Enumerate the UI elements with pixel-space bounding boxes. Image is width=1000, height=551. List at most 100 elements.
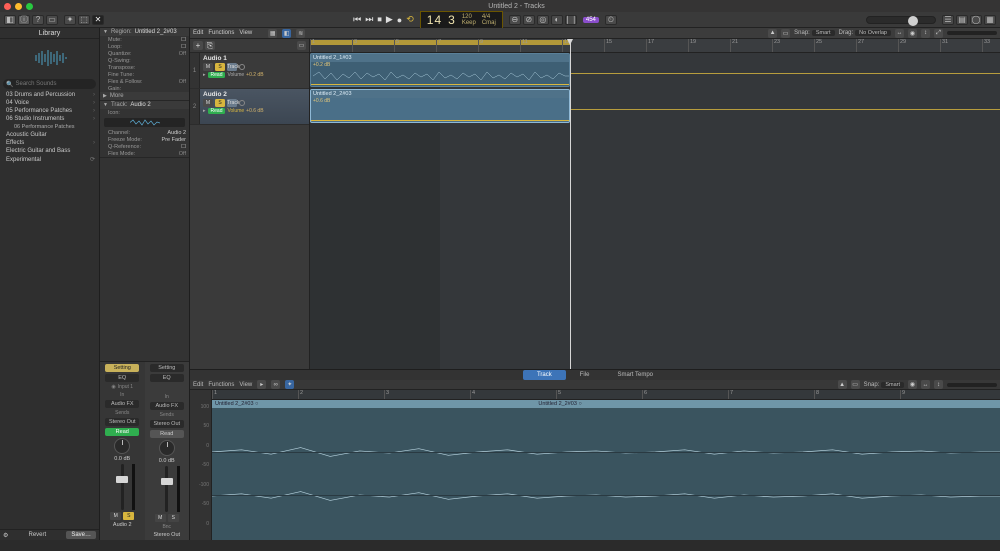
track-name[interactable]: Audio 1 [203,55,306,62]
library-item[interactable]: 05 Performance Patches› [0,107,99,115]
editor-tab-smart-tempo[interactable]: Smart Tempo [603,370,667,380]
replace-button[interactable]: ⊖ [509,15,521,25]
arrange-timeline[interactable]: 13579111315171921232527293133 Untitled 2… [310,39,1000,369]
minimize-icon[interactable] [15,3,22,10]
catch-button[interactable]: ▸ [257,380,266,389]
track-button[interactable]: Track [227,99,237,107]
cycle-button[interactable]: ⟲ [406,14,414,25]
zoom-h-button[interactable]: ↔ [895,29,904,38]
drag-select[interactable]: No Overlap [855,30,891,36]
smart-controls-button[interactable]: ✦ [64,15,76,25]
library-item[interactable]: Electric Guitar and Bass [0,147,99,155]
volume-fader[interactable] [152,466,182,512]
automation-button[interactable]: ◧ [282,29,291,38]
marquee-tool[interactable]: ▭ [781,29,790,38]
count-in-button[interactable]: ❘❘ [565,15,577,25]
zoom-button[interactable]: ◉ [908,380,917,389]
automation-line[interactable] [311,120,569,121]
automation-param[interactable]: Volume [227,108,244,114]
disclosure-arrow-icon[interactable]: ▸ [203,72,206,78]
track-row[interactable]: 1 Audio 1 M S Track ▸ Read Volume [190,53,309,89]
disclosure-arrow-icon[interactable]: ▸ [203,108,206,114]
setting-slot[interactable]: Setting [105,364,139,372]
list-editors-button[interactable]: ☰ [942,15,954,25]
view-menu[interactable]: View [239,30,252,36]
track-name[interactable]: Audio 2 [203,91,306,98]
pointer-tool[interactable]: ▲ [838,380,847,389]
library-search-input[interactable]: 🔍 Search Sounds [3,79,96,89]
region-transpose-row[interactable]: Transpose: [100,64,189,71]
marquee-tool[interactable]: ▭ [851,380,860,389]
h-zoom-slider[interactable] [947,383,997,387]
automation-line-extended[interactable] [570,73,1000,74]
editor-tab-track[interactable]: Track [523,370,566,380]
edit-menu[interactable]: Edit [193,382,203,388]
region-mute-row[interactable]: Mute:☐ [100,36,189,43]
output-slot[interactable]: Stereo Out [105,418,139,426]
snap-select[interactable]: Smart [812,30,835,36]
rewind-button[interactable]: ⏮ [353,14,361,25]
volume-fader[interactable] [107,464,137,510]
edit-menu[interactable]: Edit [193,30,203,36]
pan-knob[interactable] [159,440,175,456]
library-item[interactable]: Acoustic Guitar [0,131,99,139]
mute-button[interactable]: M [155,514,166,522]
zoom-v-button[interactable]: ↕ [921,29,930,38]
play-button[interactable]: ▶ [386,14,393,25]
library-item[interactable]: Effects› [0,139,99,147]
stop-button[interactable]: ⏹ [377,14,382,25]
functions-menu[interactable]: Functions [208,382,234,388]
inspector-toggle-button[interactable]: ⓘ [18,15,30,25]
automation-line[interactable] [311,84,569,85]
library-item[interactable]: 06 Studio Instruments› [0,115,99,123]
library-item[interactable]: 04 Voice› [0,99,99,107]
bar-ruler[interactable]: 13579111315171921232527293133 [310,39,1000,53]
automation-read-button[interactable]: Read [208,72,226,78]
global-tracks-button[interactable]: ▭ [297,41,306,50]
h-zoom-slider[interactable] [947,31,997,35]
snap-select[interactable]: Smart [881,382,904,388]
output-slot[interactable]: Stereo Out [150,420,184,428]
track-icon-row[interactable]: Icon: [100,109,189,116]
metronome-button[interactable]: ⏲ [605,15,617,25]
automation-param[interactable]: Volume [227,72,244,78]
bounce-button[interactable]: Bnc [162,524,171,530]
view-catch-button[interactable]: ▦ [268,29,277,38]
library-item[interactable]: 03 Drums and Percussion› [0,91,99,99]
automation-read-button[interactable]: Read [208,108,226,114]
editors-button[interactable]: ✕ [92,15,104,25]
mixer-button[interactable]: ⬚ [78,15,90,25]
master-volume-slider[interactable] [866,16,936,24]
link-button[interactable]: ∞ [271,380,280,389]
mute-button[interactable]: M [110,512,121,520]
automation-line-extended[interactable] [570,109,1000,110]
region-more-row[interactable]: ▶More [100,92,189,100]
region-quantize-row[interactable]: Quantize:Off [100,50,189,57]
solo-button[interactable]: S [215,63,225,71]
forward-button[interactable]: ⏭ [365,14,373,25]
track-inspector-header[interactable]: ▼Track:Audio 2 [100,101,189,109]
input-monitor-button[interactable] [239,100,245,106]
save-button[interactable]: Save… [66,531,96,539]
track-icon-preview[interactable] [104,118,185,127]
library-toggle-button[interactable]: ◧ [4,15,16,25]
toolbar-toggle-button[interactable]: ▭ [46,15,58,25]
audiofx-slot[interactable]: Audio FX [150,402,184,410]
maximize-icon[interactable] [26,3,33,10]
tuner-button[interactable]: ◎ [537,15,549,25]
waveform-zoom-button[interactable]: ◉ [908,29,917,38]
mode-badge[interactable]: 454 [583,17,599,23]
region-gain-row[interactable]: Gain: [100,85,189,92]
region-finetune-row[interactable]: Fine Tune: [100,71,189,78]
library-item[interactable]: Experimental⟳ [0,155,99,164]
input-slot[interactable]: Input 1 [118,384,133,390]
track-button[interactable]: Track [227,63,237,71]
low-latency-button[interactable]: ⊘ [523,15,535,25]
input-monitor-button[interactable] [239,64,245,70]
reload-icon[interactable]: ⟳ [90,156,95,163]
add-track-button[interactable]: + [193,41,203,50]
playhead[interactable] [570,39,571,369]
region-loop-row[interactable]: Loop:☐ [100,43,189,50]
pan-knob[interactable] [114,438,130,454]
zoom-v-button[interactable]: ↕ [934,380,943,389]
